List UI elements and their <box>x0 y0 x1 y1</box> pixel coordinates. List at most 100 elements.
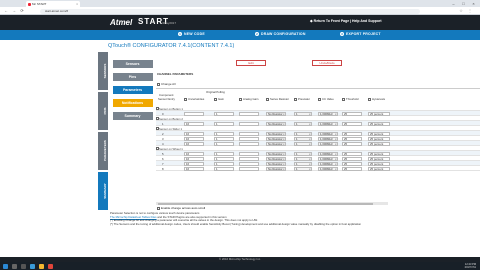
forward-icon[interactable]: → <box>11 8 17 14</box>
tab-export-project[interactable]: 3 EXPORT PROJECT <box>340 32 381 36</box>
cell-hysteresis[interactable]: 25 percent <box>368 161 390 166</box>
help-support-link[interactable]: | Help And Support <box>350 19 382 23</box>
cell-cc-value[interactable]: 1,000MHz <box>318 136 338 141</box>
cell-uncertainties[interactable] <box>184 111 204 116</box>
cell-prescaler[interactable]: 1 <box>294 151 312 156</box>
cell-threshold[interactable]: 25 <box>342 131 362 136</box>
cell-analog-gain[interactable] <box>239 131 259 136</box>
menu-sensors[interactable]: Sensors <box>112 60 153 68</box>
change-all-checkbox[interactable]: Change All <box>157 82 176 86</box>
tab-new-code[interactable]: 1 NEW CODE <box>178 32 205 36</box>
cell-cc-value[interactable]: 1,000MHz <box>318 166 338 171</box>
cell-gain[interactable]: 1 <box>214 161 234 166</box>
checkbox-icon[interactable] <box>157 82 160 86</box>
enable-change-checkbox[interactable]: Enable change across auto scroll <box>157 206 205 210</box>
cell-threshold[interactable]: 25 <box>342 161 362 166</box>
cell-prescaler[interactable]: 1 <box>294 136 312 141</box>
cell-gain[interactable]: 1 <box>214 156 234 161</box>
cell-threshold[interactable]: 25 <box>342 151 362 156</box>
cell-series-resistor[interactable]: No Resistor <box>266 121 286 126</box>
cell-uncertainties[interactable]: 16 <box>184 151 204 156</box>
cell-prescaler[interactable]: 1 <box>294 111 312 116</box>
search-icon[interactable] <box>12 263 17 269</box>
cell-gain[interactable]: 1 <box>214 131 234 136</box>
cell-prescaler[interactable]: 1 <box>294 141 312 146</box>
undo-redo-button[interactable]: Undo/Redo <box>312 60 342 66</box>
cell-hysteresis[interactable]: 25 percent <box>368 141 390 146</box>
cell-analog-gain[interactable] <box>239 151 259 156</box>
side-tab-parameters[interactable]: PARAMETERS <box>98 132 108 170</box>
cell-series-resistor[interactable]: No Resistor <box>266 141 286 146</box>
checkbox-icon[interactable] <box>157 206 160 210</box>
cell-hysteresis[interactable]: 25 percent <box>368 156 390 161</box>
cell-uncertainties[interactable]: 16 <box>184 131 204 136</box>
cell-hysteresis[interactable]: 25 percent <box>368 166 390 171</box>
cell-hysteresis[interactable]: 25 percent <box>368 121 390 126</box>
cell-series-resistor[interactable]: No Resistor <box>266 131 286 136</box>
cell-series-resistor[interactable]: No Resistor <box>266 161 286 166</box>
close-window-icon[interactable]: × <box>469 0 478 7</box>
cell-analog-gain[interactable] <box>239 141 259 146</box>
cell-prescaler[interactable]: 1 <box>294 161 312 166</box>
edit-button[interactable]: Edit <box>236 60 266 66</box>
cell-prescaler[interactable]: 1 <box>294 156 312 161</box>
cell-analog-gain[interactable] <box>239 136 259 141</box>
cell-threshold[interactable]: 25 <box>342 141 362 146</box>
cell-analog-gain[interactable] <box>239 111 259 116</box>
side-tab-summary[interactable]: SUMMARY <box>98 172 108 210</box>
cell-cc-value[interactable]: 1,000MHz <box>318 111 338 116</box>
cell-cc-value[interactable]: 1,000MHz <box>318 131 338 136</box>
reload-icon[interactable]: ⟳ <box>19 8 25 14</box>
cell-gain[interactable]: 1 <box>214 111 234 116</box>
cell-gain[interactable]: 1 <box>214 141 234 146</box>
cell-uncertainties[interactable]: 16 <box>184 136 204 141</box>
side-tab-sensors[interactable]: SENSORS <box>98 52 108 90</box>
cell-uncertainties[interactable]: 16 <box>184 156 204 161</box>
cell-series-resistor[interactable]: No Resistor <box>266 151 286 156</box>
cell-gain[interactable]: 1 <box>214 136 234 141</box>
cell-gain[interactable]: 1 <box>214 166 234 171</box>
cell-uncertainties[interactable]: 16 <box>184 166 204 171</box>
folder-icon[interactable] <box>39 263 44 269</box>
cell-threshold[interactable]: 25 <box>342 166 362 171</box>
start-icon[interactable] <box>3 263 8 269</box>
cell-uncertainties[interactable]: 16 <box>184 141 204 146</box>
cell-threshold[interactable]: 25 <box>342 111 362 116</box>
minimize-icon[interactable]: – <box>449 0 458 7</box>
cell-hysteresis[interactable]: 25 percent <box>368 111 390 116</box>
maximize-icon[interactable]: □ <box>459 0 468 7</box>
cell-hysteresis[interactable]: 25 percent <box>368 151 390 156</box>
horizontal-scrollbar[interactable] <box>156 202 388 205</box>
cell-gain[interactable]: 1 <box>214 121 234 126</box>
back-icon[interactable]: ← <box>3 8 9 14</box>
cell-analog-gain[interactable] <box>239 121 259 126</box>
cell-uncertainties[interactable]: 16 <box>184 161 204 166</box>
cell-analog-gain[interactable] <box>239 156 259 161</box>
cell-threshold[interactable]: 25 <box>342 156 362 161</box>
edge-icon[interactable] <box>30 263 35 269</box>
cell-series-resistor[interactable]: No Resistor <box>266 136 286 141</box>
menu-notifications[interactable]: Notifications <box>112 99 153 107</box>
cell-uncertainties[interactable]: 16 <box>184 121 204 126</box>
cell-cc-value[interactable]: 1,000MHz <box>318 151 338 156</box>
cell-series-resistor[interactable]: No Resistor <box>266 166 286 171</box>
url-field[interactable]: start.atmel.com/# <box>40 8 420 14</box>
browser-menu-icon[interactable]: ☆ ⋮ <box>459 8 474 13</box>
menu-pins[interactable]: Pins <box>112 73 153 81</box>
cell-cc-value[interactable]: 1,000MHz <box>318 156 338 161</box>
taskview-icon[interactable] <box>21 263 26 269</box>
cell-cc-value[interactable]: 1,000MHz <box>318 121 338 126</box>
cell-prescaler[interactable]: 1 <box>294 131 312 136</box>
cell-prescaler[interactable]: 1 <box>294 121 312 126</box>
side-tab-pins[interactable]: PINS <box>98 92 108 130</box>
cell-prescaler[interactable]: 1 <box>294 166 312 171</box>
return-front-page-link[interactable]: ◆ Return To Front Page <box>310 19 349 23</box>
chrome-icon[interactable] <box>48 263 53 269</box>
tab-draw-configuration[interactable]: 2 DRAW CONFIGURATION <box>255 32 306 36</box>
cell-series-resistor[interactable]: No Resistor <box>266 156 286 161</box>
cell-series-resistor[interactable]: No Resistor <box>266 111 286 116</box>
cell-threshold[interactable]: 25 <box>342 121 362 126</box>
scroll-thumb[interactable] <box>158 202 373 205</box>
cell-cc-value[interactable]: 1,000MHz <box>318 161 338 166</box>
cell-cc-value[interactable]: 1,000MHz <box>318 141 338 146</box>
